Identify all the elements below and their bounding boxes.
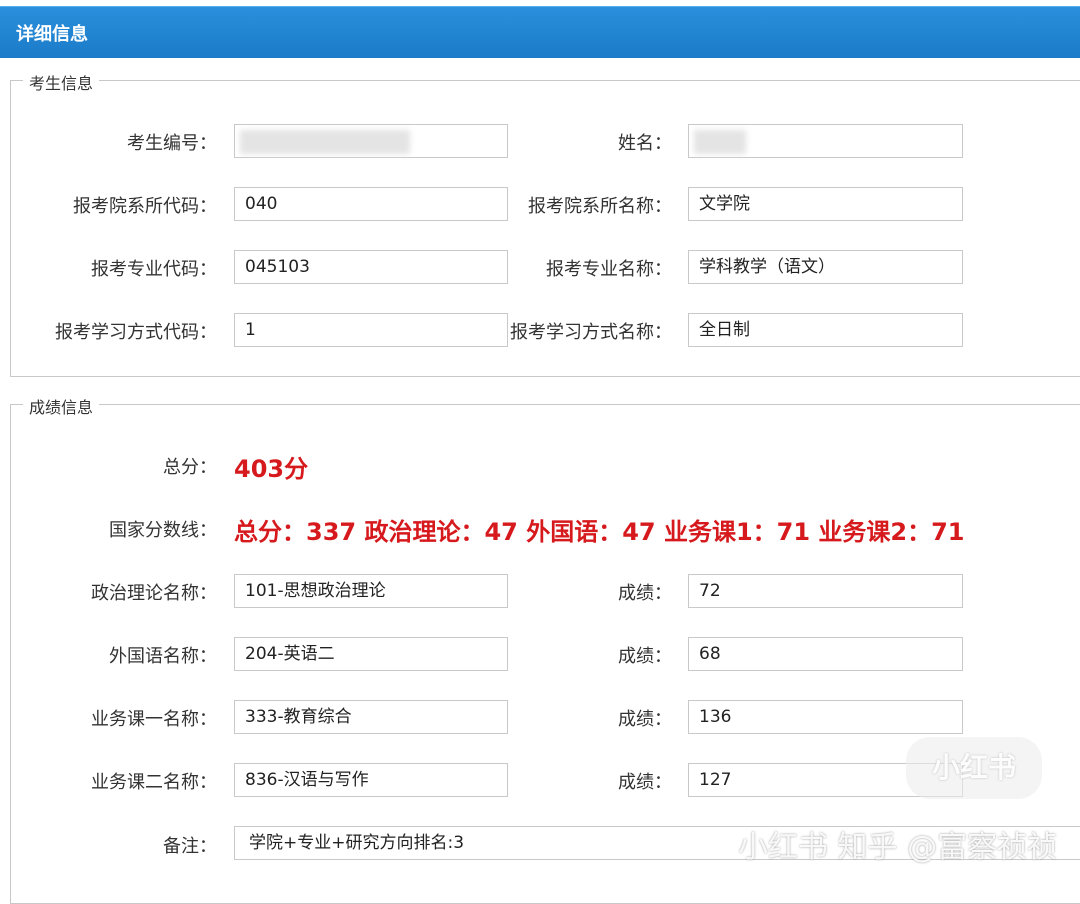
politics-subject-field[interactable]: 101-思想政治理论 (234, 574, 508, 608)
total-score-value: 403分 (234, 455, 309, 483)
major-code-field[interactable]: 045103 (234, 250, 508, 284)
total-score-label: 总分： (163, 457, 217, 478)
course2-subject-field[interactable]: 836-汉语与写作 (234, 763, 508, 797)
course2-subject-label: 业务课二名称： (91, 772, 217, 793)
window-title: 详细信息 (16, 24, 88, 45)
candidate-info-legend: 考生信息 (23, 70, 100, 94)
course1-subject-label: 业务课一名称： (91, 709, 217, 730)
politics-score-label: 成绩： (618, 583, 672, 604)
major-code-label: 报考专业代码： (91, 259, 217, 280)
department-code-label: 报考院系所代码： (73, 196, 217, 217)
department-code-field[interactable]: 040 (234, 187, 508, 221)
name-label: 姓名： (618, 133, 672, 154)
study-mode-name-field[interactable]: 全日制 (688, 313, 963, 347)
national-line-label: 国家分数线： (109, 520, 217, 541)
department-name-label: 报考院系所名称： (528, 196, 672, 217)
course1-subject-field[interactable]: 333-教育综合 (234, 700, 508, 734)
major-name-label: 报考专业名称： (546, 259, 672, 280)
remark-label: 备注： (163, 836, 217, 857)
score-info-legend: 成绩信息 (23, 394, 100, 418)
politics-score-field[interactable]: 72 (688, 574, 963, 608)
department-name-field[interactable]: 文学院 (688, 187, 963, 221)
xiaohongshu-logo-watermark: 小红书 (906, 737, 1042, 799)
redacted-name (694, 130, 746, 154)
national-line-value: 总分：337 政治理论：47 外国语：47 业务课1：71 业务课2：71 (234, 518, 965, 546)
course1-score-label: 成绩： (618, 709, 672, 730)
foreign-language-subject-label: 外国语名称： (109, 646, 217, 667)
course2-score-label: 成绩： (618, 772, 672, 793)
redacted-exam-number (240, 130, 410, 154)
foreign-language-score-label: 成绩： (618, 646, 672, 667)
study-mode-code-field[interactable]: 1 (234, 313, 508, 347)
credit-watermark: 小红书 知乎 @富察祯祯 (738, 830, 1058, 865)
exam-number-label: 考生编号： (127, 133, 217, 154)
window-title-bar: 详细信息 (0, 6, 1080, 58)
foreign-language-subject-field[interactable]: 204-英语二 (234, 637, 508, 671)
course1-score-field[interactable]: 136 (688, 700, 963, 734)
major-name-field[interactable]: 学科教学（语文） (688, 250, 963, 284)
politics-subject-label: 政治理论名称： (91, 583, 217, 604)
study-mode-code-label: 报考学习方式代码： (55, 322, 217, 343)
study-mode-name-label: 报考学习方式名称： (510, 322, 672, 343)
foreign-language-score-field[interactable]: 68 (688, 637, 963, 671)
